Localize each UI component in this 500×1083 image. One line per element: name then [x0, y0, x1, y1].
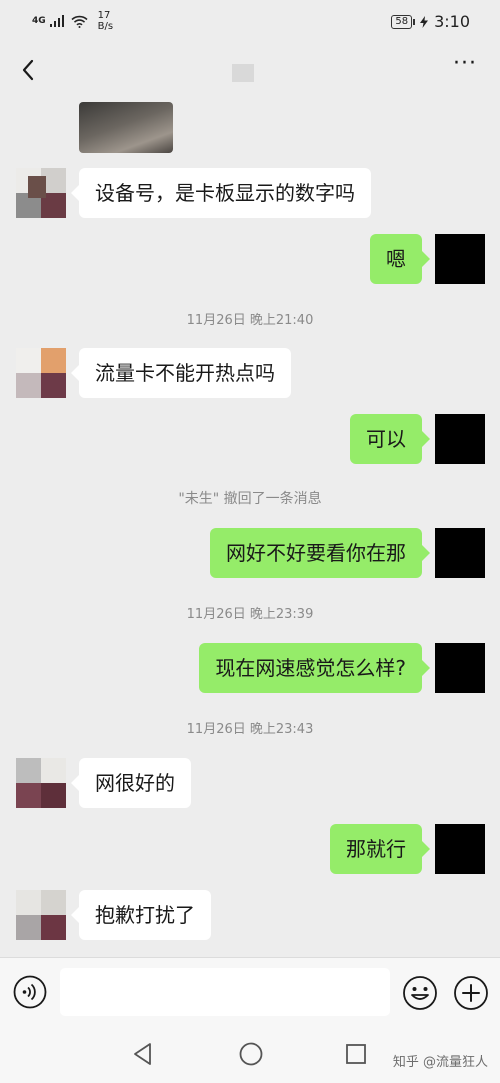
- timestamp: 11月26日 晚上23:43: [186, 722, 314, 737]
- battery-level: 58: [391, 14, 415, 29]
- input-bar: [0, 957, 500, 1026]
- watermark: 知乎 @流量狂人: [392, 1055, 488, 1070]
- plus-icon[interactable]: [453, 975, 489, 1011]
- avatar[interactable]: [435, 824, 485, 874]
- message-bubble[interactable]: 可以: [350, 414, 430, 464]
- chat-header: ···: [0, 40, 500, 102]
- status-right: 58 3:10: [391, 12, 470, 31]
- system-navigation-bar: 知乎 @流量狂人: [0, 1025, 500, 1083]
- signal-icon: [49, 15, 64, 27]
- message-bubble[interactable]: 抱歉打扰了: [71, 890, 211, 940]
- avatar[interactable]: [435, 528, 485, 578]
- network-type: 4G: [32, 15, 46, 26]
- back-triangle-icon[interactable]: [130, 1041, 156, 1067]
- chevron-left-icon[interactable]: [14, 54, 46, 86]
- message-list[interactable]: 设备号，是卡板显示的数字吗 嗯 11月26日 晚上21:40 流量卡不能开热点吗…: [0, 102, 500, 957]
- message-bubble[interactable]: 设备号，是卡板显示的数字吗: [71, 168, 371, 218]
- message-bubble[interactable]: 流量卡不能开热点吗: [71, 348, 291, 398]
- avatar[interactable]: [435, 234, 485, 284]
- message-bubble[interactable]: 网很好的: [71, 758, 191, 808]
- avatar[interactable]: [16, 348, 66, 398]
- message-bubble[interactable]: 网好不好要看你在那: [210, 528, 430, 578]
- more-button[interactable]: ···: [450, 53, 480, 82]
- status-left: 4G 17 B/s: [32, 10, 113, 32]
- avatar[interactable]: [435, 643, 485, 693]
- ellipsis-icon: ···: [453, 51, 477, 76]
- recent-apps-icon[interactable]: [345, 1043, 367, 1065]
- emoji-icon[interactable]: [402, 975, 438, 1011]
- message-bubble[interactable]: 现在网速感觉怎么样?: [199, 643, 430, 693]
- wifi-icon: [71, 15, 88, 28]
- chat-title-redacted: [232, 64, 254, 82]
- speed-unit: B/s: [97, 21, 114, 32]
- clock: 3:10: [434, 12, 470, 31]
- message-bubble[interactable]: 嗯: [370, 234, 430, 284]
- recall-notice: "未生" 撤回了一条消息: [178, 491, 322, 507]
- timestamp: 11月26日 晚上23:39: [186, 607, 314, 622]
- image-message[interactable]: [79, 102, 173, 153]
- status-bar: 4G 17 B/s 58 3:10: [0, 0, 500, 40]
- avatar[interactable]: [435, 414, 485, 464]
- speed-value: 17: [97, 10, 111, 21]
- message-bubble[interactable]: 那就行: [330, 824, 430, 874]
- avatar[interactable]: [16, 168, 66, 218]
- voice-icon[interactable]: [13, 975, 47, 1009]
- avatar[interactable]: [16, 758, 66, 808]
- network-speed: 17 B/s: [98, 10, 113, 32]
- message-input[interactable]: [60, 968, 390, 1016]
- avatar[interactable]: [16, 890, 66, 940]
- home-circle-icon[interactable]: [238, 1041, 264, 1067]
- charging-icon: [420, 15, 429, 28]
- timestamp: 11月26日 晚上21:40: [186, 313, 314, 328]
